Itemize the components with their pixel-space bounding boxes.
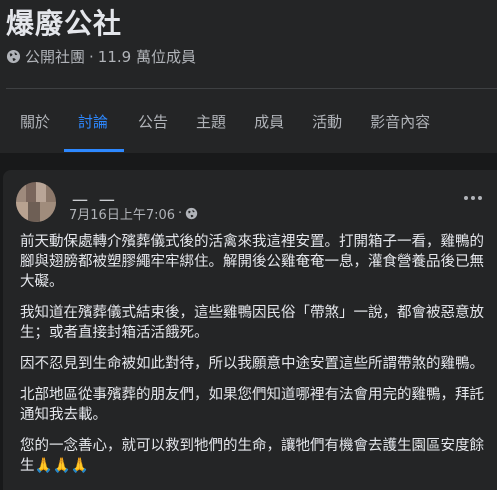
post-author[interactable]: ＿ ＿ <box>73 184 118 204</box>
post-timestamp[interactable]: 7月16日上午7:06 <box>69 204 175 223</box>
group-tabs: 關於 討論 公告 主題 成員 活動 影音內容 <box>0 92 444 152</box>
privacy-label: 公開社團 <box>25 48 86 66</box>
tab-videos[interactable]: 影音內容 <box>356 92 444 152</box>
post-paragraph: 前天動保處轉介殯葬儀式後的活禽來我這裡安置。打開箱子一看，雞鴨的腳與翅膀都被塑膠… <box>20 234 484 290</box>
post-body: 前天動保處轉介殯葬儀式後的活禽來我這裡安置。打開箱子一看，雞鴨的腳與翅膀都被塑膠… <box>20 232 490 487</box>
post-paragraph: 我知道在殯葬儀式結束後，這些雞鴨因民俗「帶煞」一說，都會被惡意放生；或者直接封箱… <box>20 305 484 341</box>
globe-icon <box>6 49 21 64</box>
member-count[interactable]: 11.9 萬位成員 <box>98 46 196 67</box>
post-paragraph: 您的一念善心，就可以救到牠們的生命，讓牠們有機會去護生園區安度餘生🙏🙏🙏 <box>20 438 484 474</box>
post-meta-separator: · <box>178 206 183 221</box>
meta-separator: · <box>89 47 94 66</box>
more-options-icon[interactable] <box>461 192 485 204</box>
globe-icon <box>185 207 198 220</box>
post-card: ＿ ＿ 7月16日上午7:06 · 前天動保處轉介殯葬儀式後的活禽來我這裡安置。… <box>3 170 497 490</box>
post-paragraph: 因不忍見到生命被如此對待，所以我願意中途安置這些所謂帶煞的雞鴨。 <box>20 356 484 372</box>
tab-members[interactable]: 成員 <box>240 92 298 152</box>
tab-discussion[interactable]: 討論 <box>64 92 125 152</box>
group-meta: 公開社團 · 11.9 萬位成員 <box>6 46 196 67</box>
group-header: 爆廢公社 公開社團 · 11.9 萬位成員 關於 討論 公告 主題 成員 活動 … <box>0 0 497 153</box>
post-meta: 7月16日上午7:06 · <box>69 204 198 223</box>
avatar[interactable] <box>16 182 56 222</box>
header-divider <box>6 88 497 89</box>
tab-topics[interactable]: 主題 <box>182 92 240 152</box>
tab-announcements[interactable]: 公告 <box>124 92 182 152</box>
group-title[interactable]: 爆廢公社 <box>6 2 122 42</box>
post-paragraph: 北部地區從事殯葬的朋友們，如果您們知道哪裡有法會用完的雞鴨，拜託通知我去載。 <box>20 387 484 423</box>
tab-about[interactable]: 關於 <box>0 92 64 152</box>
tab-events[interactable]: 活動 <box>298 92 356 152</box>
